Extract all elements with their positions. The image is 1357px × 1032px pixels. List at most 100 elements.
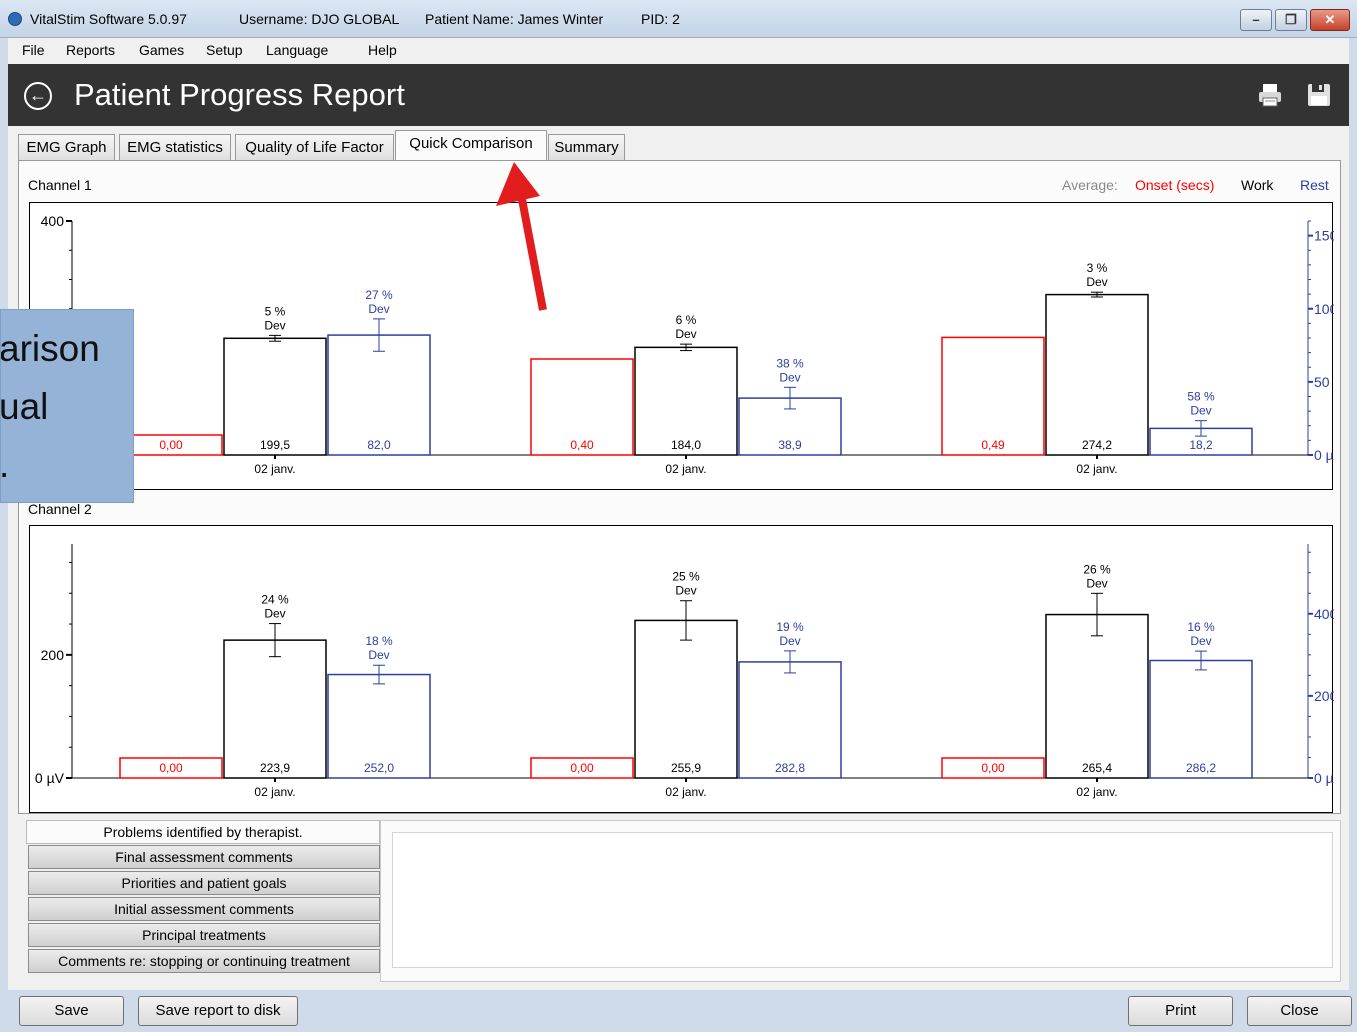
comment-tab-priorities[interactable]: Priorities and patient goals xyxy=(28,871,380,895)
work-dev-label: 5 % xyxy=(265,304,286,318)
legend-onset: Onset (secs) xyxy=(1135,177,1215,193)
right-axis-tick-label: 0 µV xyxy=(1314,447,1334,463)
work-dev-word: Dev xyxy=(264,318,285,332)
rest-value-label: 252,0 xyxy=(364,761,394,775)
legend-rest: Rest xyxy=(1300,177,1329,193)
printer-icon[interactable] xyxy=(1257,82,1283,108)
x-axis-category-label: 02 janv. xyxy=(665,462,706,476)
channel-2-label: Channel 2 xyxy=(28,501,92,517)
back-arrow-icon[interactable]: ← xyxy=(24,82,52,110)
rest-value-label: 82,0 xyxy=(367,438,391,452)
onset-value-label: 0,00 xyxy=(159,761,183,775)
legend-average: Average: xyxy=(1062,177,1118,193)
menu-reports[interactable]: Reports xyxy=(66,42,115,58)
username-label: Username: DJO GLOBAL xyxy=(239,11,400,27)
pid-label: PID: 2 xyxy=(641,11,680,27)
onset-value-label: 0,40 xyxy=(570,438,594,452)
rest-dev-word: Dev xyxy=(779,634,800,648)
close-window-button[interactable]: ✕ xyxy=(1310,9,1350,31)
right-axis-tick-label: 0 µV xyxy=(1314,770,1334,786)
work-dev-word: Dev xyxy=(264,607,285,621)
tab-quick-comparison[interactable]: Quick Comparison xyxy=(395,130,547,161)
rest-dev-word: Dev xyxy=(779,370,800,384)
x-axis-category-label: 02 janv. xyxy=(1076,785,1117,799)
left-axis-tick-label: 0 µV xyxy=(35,770,65,786)
rest-dev-label: 58 % xyxy=(1187,390,1215,404)
rest-dev-label: 27 % xyxy=(365,288,393,302)
legend-work: Work xyxy=(1241,177,1274,193)
right-axis-tick-label: 400 xyxy=(1314,606,1334,622)
menu-games[interactable]: Games xyxy=(139,42,184,58)
rest-bar xyxy=(327,334,431,456)
menu-language[interactable]: Language xyxy=(266,42,328,58)
x-axis-category-label: 02 janv. xyxy=(1076,462,1117,476)
x-axis-category-label: 02 janv. xyxy=(254,785,295,799)
work-value-label: 223,9 xyxy=(260,761,290,775)
onset-value-label: 0,00 xyxy=(981,761,1005,775)
comment-textarea[interactable] xyxy=(392,832,1333,968)
rest-dev-word: Dev xyxy=(1190,404,1211,418)
channel-2-chart: 2000 µV4002000 µV0,00223,924 %Dev252,018… xyxy=(29,525,1334,813)
annotation-callout: arison ual . xyxy=(0,309,134,503)
comment-tab-principal-treatments[interactable]: Principal treatments xyxy=(28,923,380,947)
patient-name-label: Patient Name: James Winter xyxy=(425,11,604,27)
menu-file[interactable]: File xyxy=(22,42,45,58)
work-value-label: 184,0 xyxy=(671,438,701,452)
app-name: VitalStim Software 5.0.97 xyxy=(30,11,187,27)
rest-dev-label: 19 % xyxy=(776,620,804,634)
menu-help[interactable]: Help xyxy=(368,42,397,58)
rest-dev-word: Dev xyxy=(368,302,389,316)
close-button[interactable]: Close xyxy=(1247,996,1352,1026)
work-dev-label: 26 % xyxy=(1083,562,1111,576)
tab-summary[interactable]: Summary xyxy=(548,134,625,160)
work-value-label: 255,9 xyxy=(671,761,701,775)
work-dev-label: 3 % xyxy=(1087,261,1108,275)
work-dev-word: Dev xyxy=(675,584,696,598)
page-header: ← Patient Progress Report xyxy=(8,64,1349,126)
work-value-label: 265,4 xyxy=(1082,761,1112,775)
rest-value-label: 286,2 xyxy=(1186,761,1216,775)
callout-line-3: . xyxy=(0,444,10,485)
rest-dev-label: 18 % xyxy=(365,634,393,648)
restore-icon: ❐ xyxy=(1285,12,1297,27)
rest-value-label: 38,9 xyxy=(778,438,802,452)
work-bar xyxy=(1045,293,1149,456)
tab-emg-graph[interactable]: EMG Graph xyxy=(18,134,115,160)
app-icon xyxy=(8,12,22,26)
callout-line-2: ual xyxy=(0,386,49,427)
onset-value-label: 0,00 xyxy=(159,438,183,452)
work-dev-label: 25 % xyxy=(672,570,700,584)
callout-line-1: arison xyxy=(0,328,100,369)
menu-bar: File Reports Games Setup Language Help xyxy=(0,38,1357,64)
close-icon: ✕ xyxy=(1324,12,1336,27)
onset-value-label: 0,49 xyxy=(981,438,1005,452)
menu-setup[interactable]: Setup xyxy=(206,42,243,58)
minimize-icon: – xyxy=(1252,12,1260,27)
comment-tab-problems[interactable]: Problems identified by therapist. xyxy=(26,820,380,844)
right-axis-tick-label: 50 xyxy=(1314,374,1330,390)
comment-tab-final-assessment[interactable]: Final assessment comments xyxy=(28,845,380,869)
print-button[interactable]: Print xyxy=(1128,996,1233,1026)
save-button[interactable]: Save xyxy=(19,996,124,1026)
rest-dev-label: 38 % xyxy=(776,356,804,370)
tab-emg-statistics[interactable]: EMG statistics xyxy=(119,134,231,160)
work-dev-label: 24 % xyxy=(261,593,289,607)
comment-tab-initial-assessment[interactable]: Initial assessment comments xyxy=(28,897,380,921)
annotation-arrow-icon xyxy=(496,162,547,311)
right-axis-tick-label: 150 xyxy=(1314,228,1334,244)
save-disk-icon[interactable] xyxy=(1306,82,1332,108)
work-dev-word: Dev xyxy=(1086,576,1107,590)
work-bar xyxy=(1045,613,1149,779)
report-content: EMG Graph EMG statistics Quality of Life… xyxy=(8,126,1352,1026)
work-value-label: 274,2 xyxy=(1082,438,1112,452)
save-to-disk-button[interactable]: Save report to disk xyxy=(138,996,298,1026)
rest-dev-label: 16 % xyxy=(1187,620,1215,634)
minimize-button[interactable]: – xyxy=(1240,9,1272,31)
work-value-label: 199,5 xyxy=(260,438,290,452)
title-bar: VitalStim Software 5.0.97 Username: DJO … xyxy=(0,0,1357,38)
restore-button[interactable]: ❐ xyxy=(1275,9,1307,31)
right-axis-tick-label: 100 xyxy=(1314,301,1334,317)
tab-quality-of-life[interactable]: Quality of Life Factor xyxy=(235,134,394,160)
comment-tab-stopping-treatment[interactable]: Comments re: stopping or continuing trea… xyxy=(28,949,380,973)
work-dev-word: Dev xyxy=(675,327,696,341)
